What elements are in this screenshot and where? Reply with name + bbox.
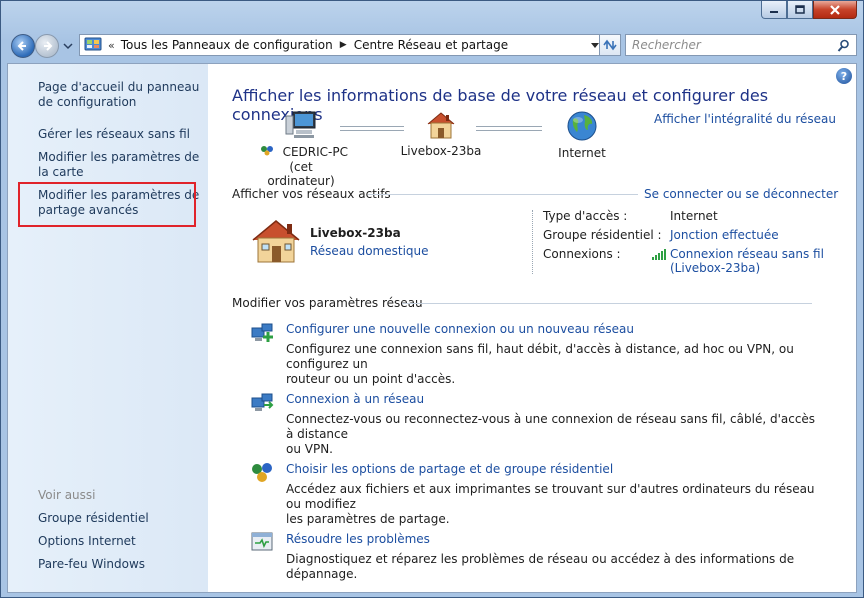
breadcrumb-network-center[interactable]: Centre Réseau et partage	[354, 38, 508, 52]
close-icon	[830, 4, 840, 15]
see-also-label: Voir aussi	[38, 488, 96, 502]
client-area: Page d'accueil du panneau de configurati…	[7, 63, 857, 593]
homegroup-value-link[interactable]: Jonction effectuée	[670, 228, 779, 242]
connections-label: Connexions :	[543, 247, 621, 261]
connection-line	[340, 126, 404, 131]
troubleshoot-icon	[251, 532, 273, 551]
task-troubleshoot-desc: Diagnostiquez et réparez les problèmes d…	[286, 552, 816, 582]
access-type-label: Type d'accès :	[543, 209, 628, 223]
annotation-highlight-box	[18, 182, 196, 227]
access-type-value: Internet	[670, 209, 718, 223]
task-desc-line: Connectez-vous ou reconnectez-vous à une…	[286, 412, 816, 441]
house-icon	[427, 112, 455, 139]
sidebar-link-home[interactable]: Page d'accueil du panneau de configurati…	[38, 80, 202, 110]
task-desc-line: les paramètres de partage.	[286, 512, 450, 526]
address-bar[interactable]: « Tous les Panneaux de configuration ▶ C…	[79, 34, 607, 56]
task-desc-line: Accédez aux fichiers et aux imprimantes …	[286, 482, 815, 511]
task-troubleshoot-link[interactable]: Résoudre les problèmes	[286, 532, 430, 546]
homegroup-icon	[260, 146, 273, 156]
computer-sub: (cet ordinateur)	[267, 160, 335, 188]
maximize-icon	[795, 5, 805, 14]
connect-network-icon	[251, 393, 274, 411]
connect-disconnect-link[interactable]: Se connecter ou se déconnecter	[644, 187, 838, 201]
router-name: Livebox-23ba	[400, 144, 482, 158]
navigation-bar: « Tous les Panneaux de configuration ▶ C…	[9, 33, 857, 59]
minimize-icon	[770, 10, 778, 13]
refresh-button[interactable]	[599, 34, 621, 56]
sidebar: Page d'accueil du panneau de configurati…	[8, 64, 208, 592]
active-network-name: Livebox-23ba	[310, 226, 401, 240]
internet-label: Internet	[558, 146, 606, 160]
task-desc-line: Diagnostiquez et réparez les problèmes d…	[286, 552, 795, 581]
new-connection-icon	[251, 323, 273, 342]
globe-icon	[567, 111, 597, 141]
control-panel-icon	[84, 37, 102, 51]
minimize-button[interactable]	[761, 1, 787, 19]
section-divider	[368, 194, 638, 195]
vertical-separator	[532, 210, 533, 274]
connection-line	[476, 126, 542, 131]
search-icon[interactable]	[837, 39, 850, 52]
caption-buttons	[761, 1, 857, 19]
connection-ssid: (Livebox-23ba)	[670, 261, 761, 275]
breadcrumb-overflow[interactable]: «	[108, 39, 115, 52]
search-box[interactable]: Rechercher	[625, 34, 857, 56]
close-button[interactable]	[813, 1, 857, 19]
see-also-homegroup[interactable]: Groupe résidentiel	[38, 511, 202, 526]
arrow-left-icon	[17, 41, 26, 51]
see-also-firewall[interactable]: Pare-feu Windows	[38, 557, 202, 572]
breadcrumb-arrow-icon[interactable]: ▶	[340, 40, 347, 50]
connection-link[interactable]: Connexion réseau sans fil (Livebox-23ba)	[670, 247, 824, 275]
forward-button[interactable]	[35, 34, 59, 58]
back-button[interactable]	[11, 34, 35, 58]
sharing-options-icon	[252, 463, 272, 482]
map-node-internet[interactable]: Internet	[542, 110, 622, 160]
map-node-computer[interactable]: CEDRIC-PC (cet ordinateur)	[254, 110, 348, 188]
active-networks-header: Afficher vos réseaux actifs	[232, 187, 391, 201]
wifi-signal-icon	[652, 249, 666, 260]
task-connect-network-desc: Connectez-vous ou reconnectez-vous à une…	[286, 412, 816, 457]
computer-icon	[285, 111, 316, 138]
task-desc-line: ou VPN.	[286, 442, 333, 456]
refresh-icon	[603, 39, 617, 51]
main-content: ? Afficher les informations de base de v…	[208, 64, 856, 592]
see-also-internet-options[interactable]: Options Internet	[38, 534, 202, 549]
task-new-connection-link[interactable]: Configurer une nouvelle connexion ou un …	[286, 322, 634, 336]
window-frame: « Tous les Panneaux de configuration ▶ C…	[0, 0, 864, 598]
maximize-button[interactable]	[787, 1, 813, 19]
task-new-connection-desc: Configurez une connexion sans fil, haut …	[286, 342, 816, 387]
arrow-right-icon	[44, 41, 53, 51]
recent-pages-dropdown-icon[interactable]	[63, 41, 73, 51]
network-type-link[interactable]: Réseau domestique	[310, 244, 429, 258]
help-button[interactable]: ?	[836, 68, 852, 84]
full-map-link[interactable]: Afficher l'intégralité du réseau	[654, 112, 836, 126]
task-sharing-options-link[interactable]: Choisir les options de partage et de gro…	[286, 462, 613, 476]
connection-name: Connexion réseau sans fil	[670, 247, 824, 261]
home-network-icon	[252, 220, 300, 263]
breadcrumb-control-panel[interactable]: Tous les Panneaux de configuration	[121, 38, 333, 52]
task-desc-line: routeur ou un point d'accès.	[286, 372, 456, 386]
search-input[interactable]: Rechercher	[632, 38, 837, 52]
section-divider	[402, 303, 812, 304]
sidebar-link-wireless[interactable]: Gérer les réseaux sans fil	[38, 127, 202, 142]
task-desc-line: Configurez une connexion sans fil, haut …	[286, 342, 794, 371]
sidebar-link-adapter[interactable]: Modifier les paramètres de la carte	[38, 150, 202, 180]
computer-name: CEDRIC-PC	[282, 145, 348, 159]
homegroup-label: Groupe résidentiel :	[543, 228, 662, 242]
settings-header: Modifier vos paramètres réseau	[232, 296, 423, 310]
task-sharing-options-desc: Accédez aux fichiers et aux imprimantes …	[286, 482, 816, 527]
map-node-router[interactable]: Livebox-23ba	[398, 110, 484, 158]
task-connect-network-link[interactable]: Connexion à un réseau	[286, 392, 424, 406]
